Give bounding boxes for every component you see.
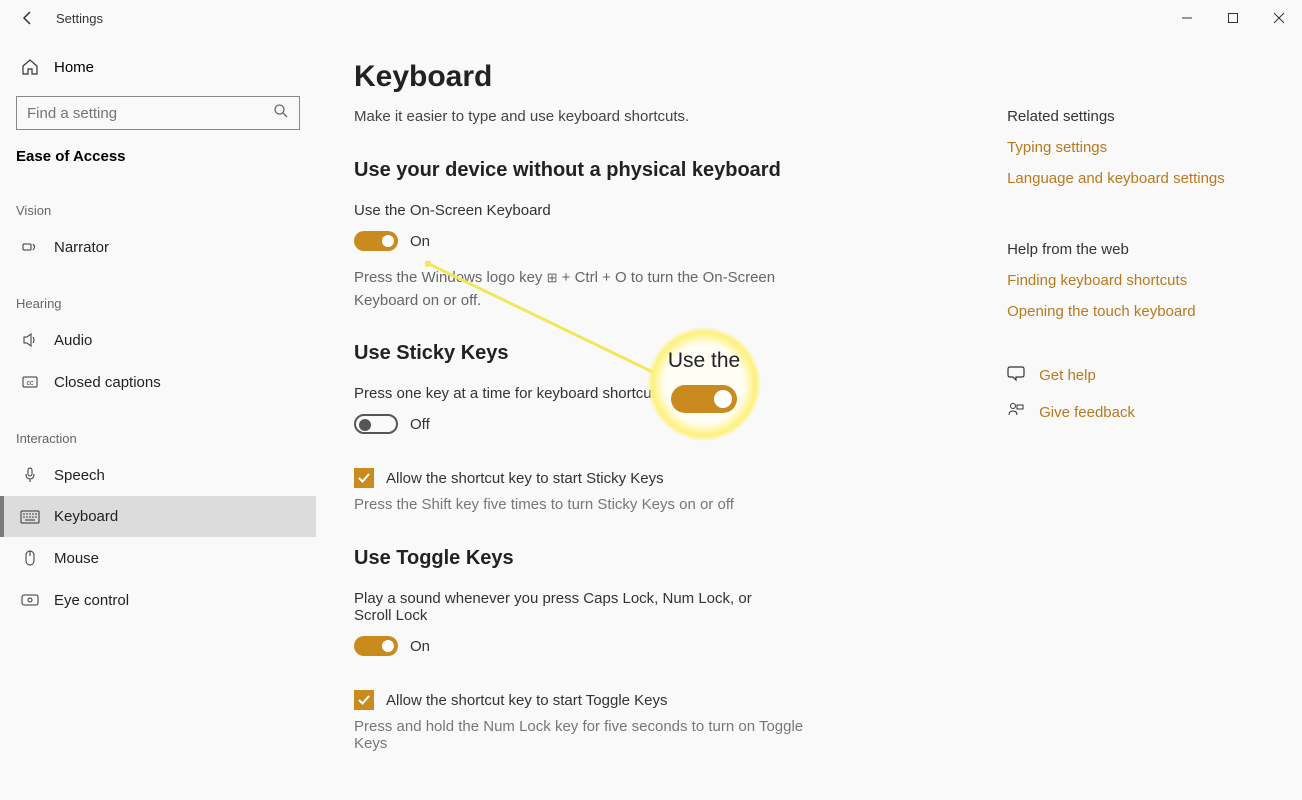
- vision-header: Vision: [0, 175, 316, 226]
- sidebar-item-eye-control[interactable]: Eye control: [0, 579, 316, 621]
- home-icon: [20, 58, 40, 76]
- search-input[interactable]: [27, 105, 273, 122]
- sidebar-item-label: Narrator: [54, 239, 109, 256]
- sticky-toggle-state: Off: [410, 416, 430, 433]
- sidebar-item-narrator[interactable]: Narrator: [0, 226, 316, 268]
- sticky-toggle[interactable]: [354, 414, 398, 434]
- content-area: Keyboard Make it easier to type and use …: [316, 36, 1302, 800]
- osk-hint: Press the Windows logo key ⊞ + Ctrl + O …: [354, 267, 784, 312]
- back-button[interactable]: [12, 2, 44, 34]
- home-label: Home: [54, 59, 94, 76]
- close-button[interactable]: [1256, 2, 1302, 34]
- keyboard-icon: [20, 510, 40, 524]
- ease-of-access-header: Ease of Access: [0, 148, 316, 175]
- osk-label: Use the On-Screen Keyboard: [354, 202, 977, 219]
- togglekeys-checkbox-hint: Press and hold the Num Lock key for five…: [354, 718, 804, 752]
- sticky-checkbox-hint: Press the Shift key five times to turn S…: [354, 496, 977, 513]
- togglekeys-toggle[interactable]: [354, 636, 398, 656]
- help-web-header: Help from the web: [1007, 241, 1262, 258]
- eye-icon: [20, 591, 40, 609]
- hearing-header: Hearing: [0, 268, 316, 319]
- sidebar-item-label: Audio: [54, 332, 92, 349]
- togglekeys-toggle-state: On: [410, 638, 430, 655]
- app-title: Settings: [56, 11, 1164, 26]
- sidebar-item-label: Speech: [54, 467, 105, 484]
- sidebar-item-label: Mouse: [54, 550, 99, 567]
- osk-toggle[interactable]: [354, 231, 398, 251]
- speech-icon: [20, 466, 40, 484]
- sticky-label: Press one key at a time for keyboard sho…: [354, 385, 977, 402]
- page-subtitle: Make it easier to type and use keyboard …: [354, 108, 977, 125]
- togglekeys-shortcut-checkbox[interactable]: [354, 690, 374, 710]
- get-help-link[interactable]: Get help: [1007, 364, 1262, 387]
- minimize-button[interactable]: [1164, 2, 1210, 34]
- sidebar: Home Ease of Access Vision Narrator Hear…: [0, 36, 316, 800]
- side-panel: Related settings Typing settings Languag…: [1007, 60, 1262, 780]
- finding-shortcuts-link[interactable]: Finding keyboard shortcuts: [1007, 272, 1262, 289]
- sidebar-item-mouse[interactable]: Mouse: [0, 537, 316, 579]
- sticky-checkbox-label: Allow the shortcut key to start Sticky K…: [386, 470, 664, 487]
- svg-text:cc: cc: [27, 380, 35, 387]
- window-controls: [1164, 2, 1302, 34]
- togglekeys-label: Play a sound whenever you press Caps Loc…: [354, 590, 784, 624]
- sidebar-item-keyboard[interactable]: Keyboard: [0, 496, 316, 537]
- osk-toggle-state: On: [410, 233, 430, 250]
- captions-icon: cc: [20, 373, 40, 391]
- help-link-text: Get help: [1039, 367, 1096, 384]
- togglekeys-heading: Use Toggle Keys: [354, 547, 977, 570]
- related-settings-header: Related settings: [1007, 108, 1262, 125]
- maximize-button[interactable]: [1210, 2, 1256, 34]
- page-title: Keyboard: [354, 60, 977, 94]
- togglekeys-checkbox-label: Allow the shortcut key to start Toggle K…: [386, 692, 668, 709]
- give-feedback-link[interactable]: Give feedback: [1007, 401, 1262, 424]
- help-icon: [1007, 364, 1027, 387]
- titlebar: Settings: [0, 0, 1302, 36]
- typing-settings-link[interactable]: Typing settings: [1007, 139, 1262, 156]
- search-icon: [273, 103, 289, 124]
- mouse-icon: [20, 549, 40, 567]
- home-nav[interactable]: Home: [0, 48, 316, 86]
- sidebar-item-closed-captions[interactable]: cc Closed captions: [0, 361, 316, 403]
- sidebar-item-label: Keyboard: [54, 508, 118, 525]
- audio-icon: [20, 331, 40, 349]
- search-box[interactable]: [16, 96, 300, 130]
- osk-heading: Use your device without a physical keybo…: [354, 159, 977, 182]
- sticky-heading: Use Sticky Keys: [354, 342, 977, 365]
- interaction-header: Interaction: [0, 403, 316, 454]
- windows-logo-icon: ⊞: [547, 270, 558, 285]
- language-keyboard-link[interactable]: Language and keyboard settings: [1007, 170, 1262, 187]
- opening-touch-keyboard-link[interactable]: Opening the touch keyboard: [1007, 303, 1262, 320]
- feedback-link-text: Give feedback: [1039, 404, 1135, 421]
- sidebar-item-label: Closed captions: [54, 374, 161, 391]
- sidebar-item-label: Eye control: [54, 592, 129, 609]
- narrator-icon: [20, 238, 40, 256]
- feedback-icon: [1007, 401, 1027, 424]
- sticky-shortcut-checkbox[interactable]: [354, 468, 374, 488]
- sidebar-item-speech[interactable]: Speech: [0, 454, 316, 496]
- sidebar-item-audio[interactable]: Audio: [0, 319, 316, 361]
